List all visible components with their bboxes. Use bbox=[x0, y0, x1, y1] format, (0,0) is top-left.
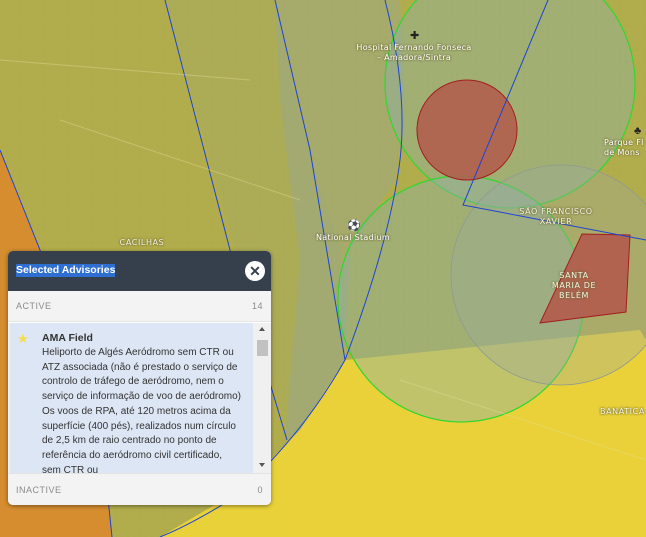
stadium-icon[interactable]: ⚽ bbox=[347, 221, 361, 232]
map-label-santa-maria: SANTA MARIA DE BELÉM bbox=[551, 271, 597, 300]
restricted-circle bbox=[416, 79, 518, 181]
scrollbar[interactable] bbox=[256, 325, 268, 471]
map-label-hospital: Hospital Fernando Fonseca – Amadora/Sint… bbox=[356, 43, 472, 62]
panel-header: Selected Advisories ✕ bbox=[8, 251, 271, 291]
close-icon: ✕ bbox=[249, 263, 261, 279]
scroll-thumb[interactable] bbox=[257, 340, 268, 356]
park-icon[interactable]: ♣ bbox=[634, 126, 641, 137]
map-label-national-stadium: National Stadium bbox=[316, 233, 390, 242]
map-label-banatica: BANÁTICA bbox=[600, 407, 645, 416]
active-label: ACTIVE bbox=[16, 301, 52, 311]
advisory-name: AMA Field bbox=[42, 332, 93, 344]
advisory-list[interactable]: ★ AMA Field Heliporto de Algés Aeródromo… bbox=[8, 323, 271, 473]
panel-title: Selected Advisories bbox=[16, 264, 116, 277]
map-label-cacilhas: CACILHAS bbox=[119, 238, 165, 247]
advisory-item[interactable]: ★ AMA Field Heliporto de Algés Aeródromo… bbox=[10, 323, 253, 473]
advisory-description: Heliporto de Algés Aeródromo sem CTR ou … bbox=[42, 347, 241, 473]
close-button[interactable]: ✕ bbox=[245, 261, 265, 281]
map-label-sao-francisco: SÃO FRANCISCO XAVIER bbox=[519, 207, 593, 226]
scroll-down-arrow-icon[interactable] bbox=[259, 463, 265, 467]
inactive-section-header[interactable]: INACTIVE 0 bbox=[8, 473, 271, 505]
scroll-up-arrow-icon[interactable] bbox=[259, 327, 265, 331]
map-label-parque: Parque Fl de Mons bbox=[604, 138, 644, 157]
selected-advisories-panel: Selected Advisories ✕ ACTIVE 14 ★ AMA Fi… bbox=[8, 251, 271, 505]
star-icon: ★ bbox=[17, 331, 29, 346]
hospital-icon[interactable]: ✚ bbox=[410, 31, 419, 42]
inactive-count: 0 bbox=[257, 485, 263, 495]
inactive-label: INACTIVE bbox=[16, 485, 62, 495]
active-section-header[interactable]: ACTIVE 14 bbox=[8, 291, 271, 322]
active-count: 14 bbox=[251, 301, 263, 311]
